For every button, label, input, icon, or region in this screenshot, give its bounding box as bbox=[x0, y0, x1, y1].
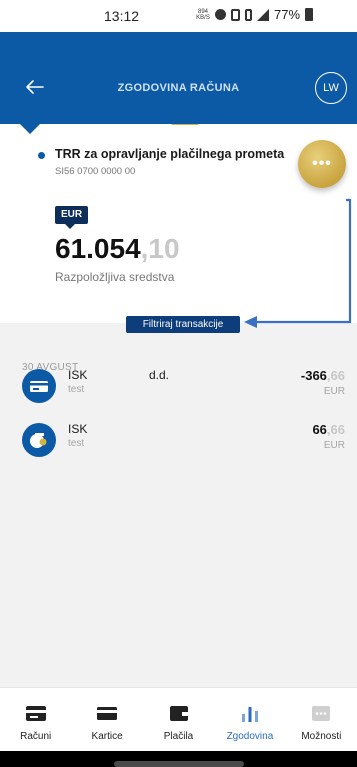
nav-item-placila[interactable]: Plačila bbox=[143, 688, 214, 751]
nav-item-zgodovina[interactable]: Zgodovina bbox=[214, 688, 285, 751]
balance-integer: 61.054 bbox=[55, 233, 141, 264]
nav-label: Kartice bbox=[91, 731, 123, 742]
balance-decimal: ,10 bbox=[140, 233, 180, 264]
transaction-name: ISK bbox=[68, 422, 88, 436]
incoming-transfer-icon bbox=[22, 423, 56, 457]
available-funds-label: Razpoložljiva sredstva bbox=[55, 270, 175, 284]
transaction-row[interactable]: ISK test d.d. -366,66 EUR bbox=[0, 365, 357, 415]
account-iban: SI56 0700 0000 00 bbox=[55, 166, 136, 177]
transaction-name: ISK bbox=[68, 368, 88, 382]
system-navigation-bar bbox=[0, 751, 357, 767]
transaction-currency: EUR bbox=[323, 386, 345, 397]
phone-icon bbox=[231, 8, 240, 21]
vibrate-icon bbox=[245, 8, 252, 21]
alarm-icon bbox=[215, 9, 226, 20]
transaction-amount: 66,66 bbox=[312, 422, 345, 437]
status-bar: 13:12 894 KB/S 77% bbox=[0, 0, 357, 32]
transaction-description: test bbox=[68, 384, 85, 395]
account-name: TRR za opravljanje plačilnega prometa bbox=[55, 147, 285, 161]
nav-item-racuni[interactable]: Računi bbox=[0, 688, 71, 751]
amount-integer: -366 bbox=[300, 368, 327, 383]
currency-badge: EUR bbox=[55, 206, 89, 229]
transaction-amount: -366,66 bbox=[301, 368, 345, 383]
avatar[interactable]: LW bbox=[315, 72, 347, 104]
wallet-icon bbox=[167, 704, 191, 722]
account-more-button[interactable]: ••• bbox=[298, 140, 346, 188]
account-balance: 61.054,10 bbox=[55, 233, 180, 265]
transaction-currency: EUR bbox=[323, 440, 345, 451]
amount-decimal: ,66 bbox=[326, 368, 345, 383]
status-icons: 894 KB/S 77% bbox=[196, 7, 314, 22]
credit-card-icon bbox=[95, 704, 119, 722]
transaction-counterparty: d.d. bbox=[149, 368, 170, 382]
nav-item-kartice[interactable]: Kartice bbox=[71, 688, 142, 751]
card-payment-icon bbox=[22, 369, 56, 403]
page-title: ZGODOVINA RAČUNA bbox=[117, 82, 240, 94]
battery-percent: 77% bbox=[274, 7, 301, 22]
nav-label: Plačila bbox=[163, 731, 194, 742]
wallet-card-icon bbox=[24, 704, 48, 722]
signal-icon bbox=[257, 8, 269, 21]
amount-decimal: ,66 bbox=[326, 422, 345, 437]
nav-label: Možnosti bbox=[301, 731, 342, 742]
bottom-navigation: Računi Kartice Plačila Zgodovina Možnost… bbox=[0, 687, 357, 751]
transaction-row[interactable]: ISK test 66,66 EUR bbox=[0, 419, 357, 469]
nav-label: Zgodovina bbox=[226, 731, 274, 742]
network-speed: 894 KB/S bbox=[196, 8, 210, 21]
nav-item-moznosti[interactable]: Možnosti bbox=[286, 688, 357, 751]
status-time: 13:12 bbox=[104, 8, 140, 24]
amount-integer: 66 bbox=[312, 422, 327, 437]
bar-chart-icon bbox=[238, 704, 262, 722]
more-options-icon bbox=[309, 704, 333, 722]
nav-label: Računi bbox=[20, 731, 52, 742]
transaction-description: test bbox=[68, 438, 85, 449]
header-notch bbox=[0, 118, 357, 134]
app-header: ZGODOVINA RAČUNA LW bbox=[0, 32, 357, 125]
filter-transactions-button[interactable]: Filtriraj transakcije bbox=[126, 316, 240, 333]
home-gesture-bar[interactable] bbox=[114, 761, 244, 767]
battery-icon bbox=[305, 8, 314, 21]
account-indicator-dot bbox=[38, 152, 45, 159]
